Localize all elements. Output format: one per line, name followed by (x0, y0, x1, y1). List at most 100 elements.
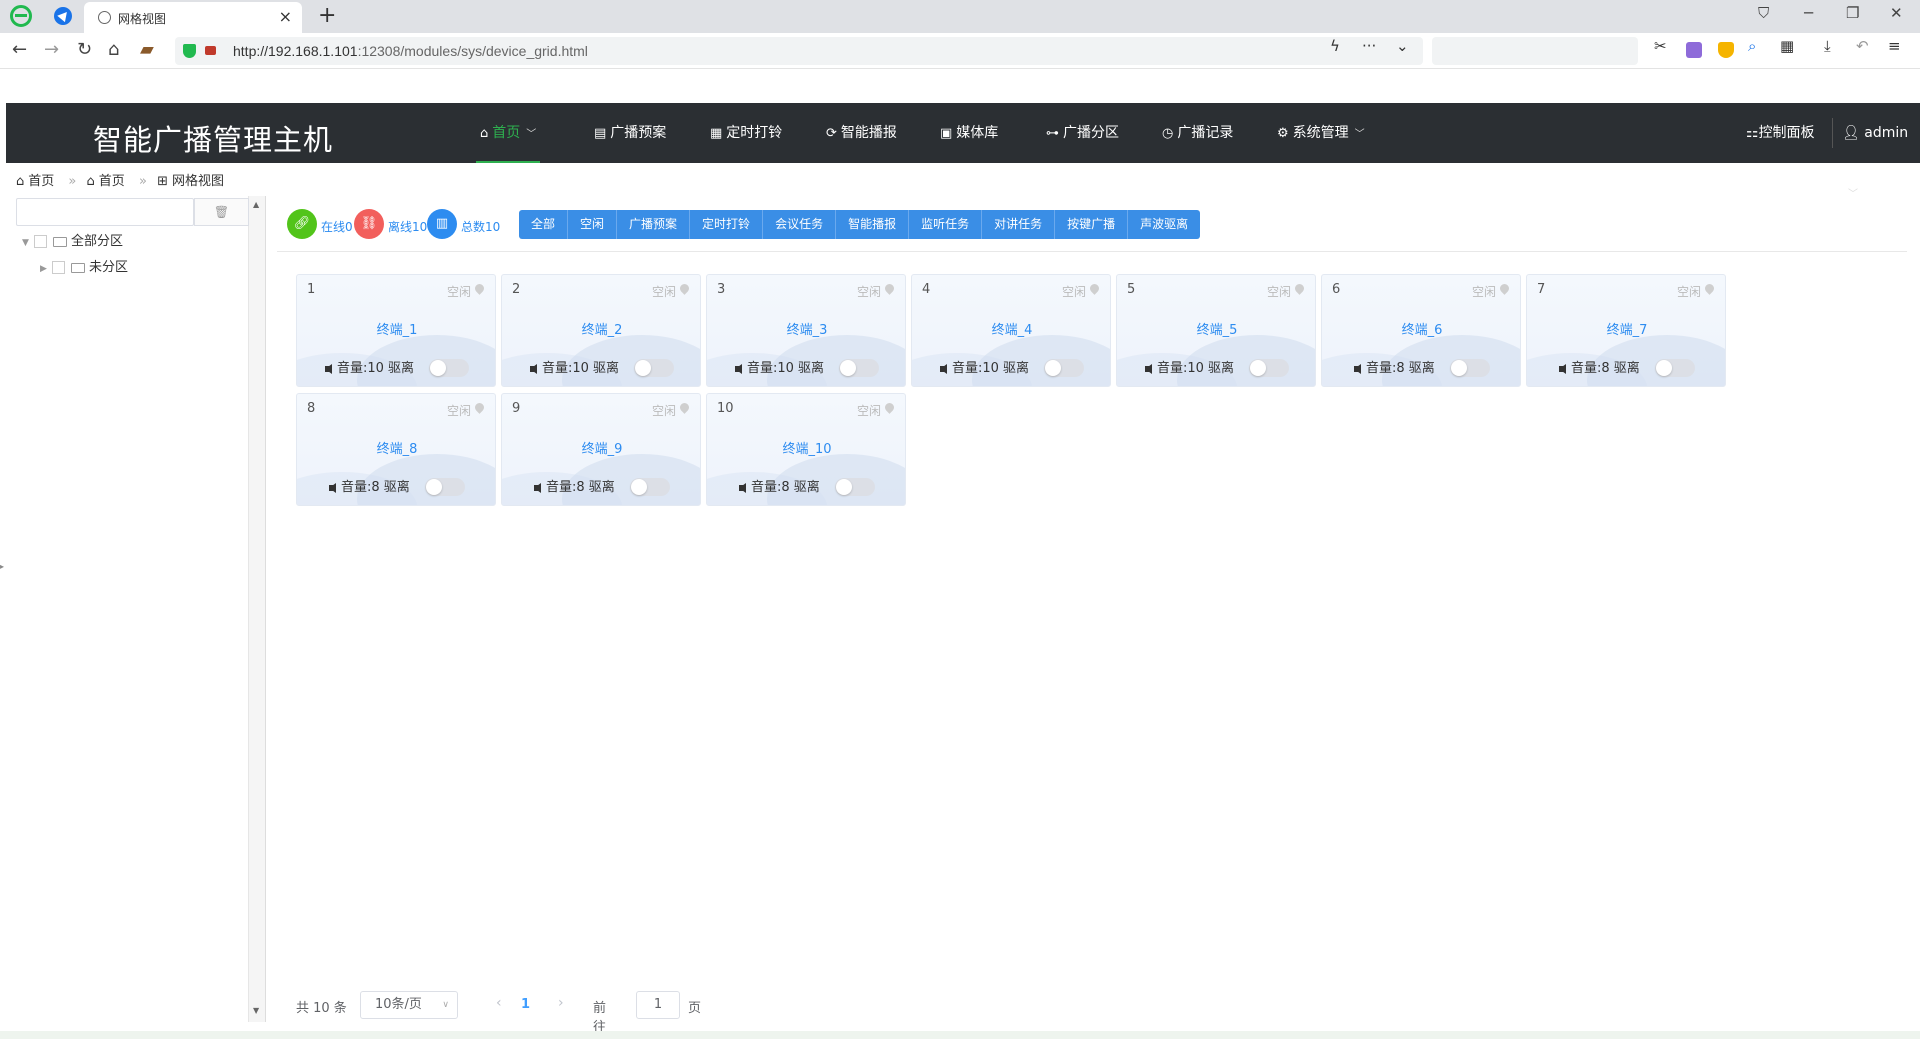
device-card[interactable]: 5 空闲 终端_5 音量:10 驱离 (1116, 274, 1316, 387)
device-name[interactable]: 终端_3 (707, 319, 905, 338)
close-window-icon[interactable]: ✕ (1890, 4, 1903, 22)
filter-intercom-task[interactable]: 对讲任务 (982, 210, 1056, 239)
gear-icon: ⚙ (1277, 126, 1289, 141)
chevron-down-icon[interactable]: ⌄ (1396, 37, 1409, 55)
collapse-sidebar-icon[interactable]: ▸ (0, 562, 4, 571)
reload-icon[interactable]: ↻ (77, 39, 92, 60)
prev-page-icon[interactable]: ‹ (496, 995, 502, 1011)
filter-key-broadcast[interactable]: 按键广播 (1055, 210, 1129, 239)
filter-idle[interactable]: 空闲 (568, 210, 618, 239)
shield-extension-icon[interactable] (1718, 42, 1734, 58)
nav-broadcast-zone[interactable]: ⊶ 广播分区 (1046, 103, 1119, 163)
device-name[interactable]: 终端_8 (297, 438, 495, 457)
page-size-select[interactable]: 10条/页 ∨ (360, 991, 458, 1019)
repel-toggle[interactable] (425, 478, 465, 496)
nav-broadcast-plan[interactable]: ▤ 广播预案 (594, 103, 666, 163)
device-name[interactable]: 终端_9 (502, 438, 700, 457)
menu-icon[interactable]: ≡ (1888, 37, 1901, 55)
pinned-tab-icon[interactable] (54, 7, 72, 25)
repel-toggle[interactable] (1450, 359, 1490, 377)
tree-item-all[interactable]: ▼ 全部分区 (22, 230, 123, 249)
user-menu[interactable]: 👤︎ admin﹀ (1842, 103, 1920, 200)
device-card[interactable]: 9 空闲 终端_9 音量:8 驱离 (501, 393, 701, 506)
tree-scrollbar[interactable]: ▲ ▼ (249, 196, 266, 1022)
back-icon[interactable]: ← (12, 39, 27, 60)
control-panel-link[interactable]: ⚏控制面板 (1746, 103, 1815, 163)
browser-tab[interactable]: 网格视图 × (84, 2, 302, 33)
device-card[interactable]: 7 空闲 终端_7 音量:8 驱离 (1526, 274, 1726, 387)
shirt-icon[interactable]: ⛉ (1758, 4, 1769, 22)
nav-system-management[interactable]: ⚙ 系统管理 ﹀ (1277, 103, 1365, 163)
repel-toggle[interactable] (1655, 359, 1695, 377)
tree-item-unzoned[interactable]: ▶ 未分区 (40, 256, 128, 275)
trash-icon[interactable]: 🗑︎ (194, 198, 249, 226)
repel-toggle[interactable] (1249, 359, 1289, 377)
repel-toggle[interactable] (429, 359, 469, 377)
filter-monitor-task[interactable]: 监听任务 (909, 210, 983, 239)
new-tab-button[interactable]: + (318, 3, 336, 28)
url-bar[interactable]: http://192.168.1.101:12308/modules/sys/d… (175, 37, 1423, 65)
device-name[interactable]: 终端_4 (912, 319, 1110, 338)
caret-right-icon[interactable]: ▶ (40, 264, 52, 274)
device-name[interactable]: 终端_10 (707, 438, 905, 457)
scroll-down-icon[interactable]: ▼ (253, 1006, 259, 1015)
filter-smart-broadcast[interactable]: 智能播报 (836, 210, 910, 239)
undo-icon[interactable]: ↶ (1856, 37, 1869, 55)
search-icon[interactable]: ⌕ (1748, 37, 1756, 55)
nav-media-library[interactable]: ▣ 媒体库 (940, 103, 998, 163)
repel-toggle[interactable] (1044, 359, 1084, 377)
device-name[interactable]: 终端_1 (297, 319, 495, 338)
repel-toggle[interactable] (634, 359, 674, 377)
lightning-icon[interactable]: ϟ (1330, 37, 1340, 55)
scroll-up-icon[interactable]: ▲ (253, 200, 259, 209)
device-card[interactable]: 2 空闲 终端_2 音量:10 驱离 (501, 274, 701, 387)
nav-timed-bell[interactable]: ▦ 定时打铃 (710, 103, 782, 163)
caret-down-icon[interactable]: ▼ (22, 238, 34, 248)
repel-toggle[interactable] (839, 359, 879, 377)
device-name[interactable]: 终端_6 (1322, 319, 1520, 338)
page-number[interactable]: 1 (521, 997, 530, 1012)
device-card[interactable]: 3 空闲 终端_3 音量:10 驱离 (706, 274, 906, 387)
tree-checkbox[interactable] (34, 235, 47, 248)
device-state: 空闲 (1676, 285, 1701, 299)
repel-toggle[interactable] (630, 478, 670, 496)
device-card[interactable]: 8 空闲 终端_8 音量:8 驱离 (296, 393, 496, 506)
home-page-icon[interactable]: ⌂ (108, 39, 119, 60)
more-icon[interactable]: ··· (1362, 37, 1376, 55)
device-name[interactable]: 终端_7 (1527, 319, 1725, 338)
tree-search-input[interactable] (16, 198, 194, 226)
translate-extension-icon[interactable] (1686, 42, 1702, 58)
filter-sonic-repel[interactable]: 声波驱离 (1128, 210, 1201, 239)
restore-icon[interactable]: ❐ (1846, 4, 1859, 22)
device-card[interactable]: 1 空闲 终端_1 音量:10 驱离 (296, 274, 496, 387)
briefcase-icon[interactable]: ▰ (140, 39, 154, 60)
next-page-icon[interactable]: › (558, 995, 564, 1011)
filter-meeting-task[interactable]: 会议任务 (763, 210, 837, 239)
nav-smart-broadcast-label: 智能播报 (840, 125, 897, 141)
device-name[interactable]: 终端_2 (502, 319, 700, 338)
nav-broadcast-records[interactable]: ◷ 广播记录 (1162, 103, 1233, 163)
minimize-icon[interactable]: ─ (1804, 4, 1813, 22)
filter-all[interactable]: 全部 (519, 210, 569, 239)
device-card[interactable]: 4 空闲 终端_4 音量:10 驱离 (911, 274, 1111, 387)
device-name[interactable]: 终端_5 (1117, 319, 1315, 338)
nav-smart-broadcast[interactable]: ⟳ 智能播报 (826, 103, 897, 163)
download-icon[interactable]: ⤓ (1824, 37, 1831, 55)
tree-checkbox[interactable] (52, 261, 65, 274)
scissors-icon[interactable]: ✂ (1654, 37, 1667, 55)
globe-icon (98, 11, 111, 24)
filter-timed-bell[interactable]: 定时打铃 (690, 210, 764, 239)
browser-search-input[interactable] (1432, 37, 1638, 65)
device-card[interactable]: 6 空闲 终端_6 音量:8 驱离 (1321, 274, 1521, 387)
breadcrumb-home[interactable]: 首页 (28, 174, 54, 189)
close-tab-icon[interactable]: × (279, 7, 292, 26)
repel-toggle[interactable] (835, 478, 875, 496)
apps-grid-icon[interactable]: ▦ (1780, 37, 1794, 55)
filter-broadcast-plan[interactable]: 广播预案 (617, 210, 691, 239)
refresh-icon: ⟳ (826, 126, 837, 141)
breadcrumb-home-2[interactable]: 首页 (99, 174, 125, 189)
goto-page-input[interactable]: 1 (636, 991, 680, 1019)
nav-home[interactable]: ⌂ 首页 ﹀ (476, 103, 541, 163)
forward-icon[interactable]: → (44, 39, 59, 60)
device-card[interactable]: 10 空闲 终端_10 音量:8 驱离 (706, 393, 906, 506)
